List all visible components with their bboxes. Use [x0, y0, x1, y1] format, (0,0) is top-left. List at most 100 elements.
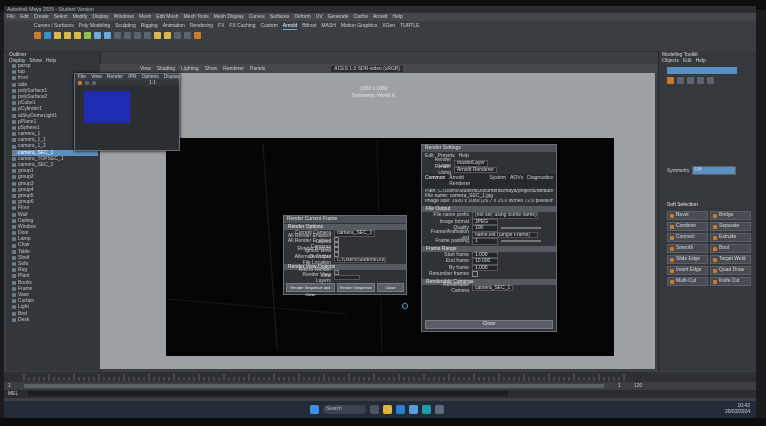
light-icon[interactable]: [54, 32, 61, 39]
scale-icon[interactable]: [144, 32, 151, 39]
shelf-tab[interactable]: Motion Graphics: [341, 23, 377, 30]
menu-item-display[interactable]: Display: [92, 14, 108, 20]
menu-item-create[interactable]: Create: [34, 14, 49, 20]
vertex-mode-icon[interactable]: [677, 77, 684, 84]
tab-system[interactable]: System: [489, 175, 506, 187]
toolkit-menu-help[interactable]: Help: [696, 58, 706, 64]
shelf-tab[interactable]: XGen: [382, 23, 395, 30]
viewport-menu-show[interactable]: Show: [205, 66, 218, 72]
outliner-item[interactable]: Desk: [12, 317, 98, 323]
menu-item-modify[interactable]: Modify: [73, 14, 88, 20]
render-frame-icon[interactable]: [78, 81, 82, 85]
range-start[interactable]: 1: [8, 383, 11, 389]
shelf-tab[interactable]: Poly Modeling: [79, 23, 110, 30]
hypershade-icon[interactable]: [194, 32, 201, 39]
menu-item-help[interactable]: Help: [392, 14, 402, 20]
tool-button[interactable]: Target Weld: [710, 255, 751, 264]
tool-button[interactable]: Bridge: [710, 211, 751, 220]
menu-item-edit-mesh[interactable]: Edit Mesh: [156, 14, 178, 20]
history-icon[interactable]: [174, 32, 181, 39]
object-mode-icon[interactable]: [667, 77, 674, 84]
tab-diagnostics[interactable]: Diagnostics: [527, 175, 553, 187]
command-input[interactable]: [28, 391, 508, 396]
start-icon[interactable]: [310, 405, 319, 414]
time-slider[interactable]: [4, 372, 756, 382]
close-dialog-button[interactable]: Close: [376, 283, 404, 292]
renderable-camera-select[interactable]: camera_SEC_1: [472, 284, 514, 291]
tool-button[interactable]: Extrude: [710, 233, 751, 242]
menu-item-curves[interactable]: Curves: [249, 14, 265, 20]
render-sequence-button[interactable]: Render Sequence: [336, 283, 375, 292]
render-view-layers-field[interactable]: [334, 275, 360, 280]
tool-button[interactable]: Slide Edge: [667, 255, 708, 264]
file-explorer-icon[interactable]: [383, 405, 392, 414]
quality-slider[interactable]: [501, 227, 541, 230]
viewport-menu-lighting[interactable]: Lighting: [181, 66, 199, 72]
frame-padding-slider[interactable]: [501, 240, 541, 243]
tool-button[interactable]: Combine: [667, 222, 708, 231]
shelf-tab[interactable]: Arnold: [282, 23, 298, 30]
spot-light-icon[interactable]: [74, 32, 81, 39]
tool-button[interactable]: Bevel: [667, 211, 708, 220]
snapshot-icon[interactable]: [92, 81, 96, 85]
render-view-menu-ipr[interactable]: IPR: [128, 74, 136, 80]
shelf-tab[interactable]: MASH: [321, 23, 335, 30]
shelf-tab[interactable]: FX: [218, 23, 224, 30]
menu-item-windows[interactable]: Windows: [114, 14, 134, 20]
render-view-menu-file[interactable]: File: [78, 74, 86, 80]
menu-item-mesh-display[interactable]: Mesh Display: [214, 14, 244, 20]
menu-item-mesh-tools[interactable]: Mesh Tools: [184, 14, 209, 20]
edge-mode-icon[interactable]: [687, 77, 694, 84]
tool-button[interactable]: Smooth: [667, 244, 708, 253]
toolkit-menu-objects[interactable]: Objects: [662, 58, 679, 64]
toolkit-menu-edit[interactable]: Edit: [683, 58, 692, 64]
tool-button[interactable]: Multi-Cut: [667, 277, 708, 286]
uv-mode-icon[interactable]: [707, 77, 714, 84]
render-icon[interactable]: [34, 32, 41, 39]
maya-icon[interactable]: [422, 405, 431, 414]
command-mode[interactable]: MEL: [8, 391, 18, 397]
menu-item-arnold[interactable]: Arnold: [373, 14, 387, 20]
render-view-menu-display[interactable]: Display: [164, 74, 180, 80]
alt-output-input[interactable]: C:/Users/Student/Documents/maya/projects…: [334, 256, 386, 263]
tab-aovs[interactable]: AOVs: [510, 175, 523, 187]
shelf-tab[interactable]: Bifrost: [302, 23, 316, 30]
by-frame-input[interactable]: 1.000: [472, 264, 498, 271]
menu-item-uv[interactable]: UV: [316, 14, 323, 20]
ipr-icon[interactable]: [44, 32, 51, 39]
app-icon[interactable]: [435, 405, 444, 414]
shelf-tab[interactable]: Rendering: [190, 23, 213, 30]
shelf-tab[interactable]: Custom: [261, 23, 278, 30]
tab-common[interactable]: Common: [425, 175, 445, 187]
material-icon[interactable]: [84, 32, 91, 39]
frame-padding-input[interactable]: 1: [472, 238, 498, 245]
shelf-tab[interactable]: Animation: [163, 23, 185, 30]
tool-button[interactable]: Knife Cut: [710, 277, 751, 286]
range-bar[interactable]: [24, 384, 604, 388]
current-camera-select[interactable]: camera_SEC_1: [334, 230, 376, 237]
face-mode-icon[interactable]: [697, 77, 704, 84]
current-frame[interactable]: 1: [618, 383, 621, 389]
shelf-tab[interactable]: Curves / Surfaces: [34, 23, 74, 30]
camera-icon[interactable]: [94, 32, 101, 39]
move-icon[interactable]: [124, 32, 131, 39]
taskbar-search[interactable]: Search: [323, 405, 366, 414]
render-view-menu-view[interactable]: View: [91, 74, 102, 80]
soft-selection-header[interactable]: Soft Selection: [667, 202, 698, 208]
toolkit-mode-bar[interactable]: [667, 67, 737, 74]
range-end[interactable]: 120: [634, 383, 642, 389]
menu-item-select[interactable]: Select: [54, 14, 68, 20]
menu-item-edit[interactable]: Edit: [20, 14, 29, 20]
menu-item-surfaces[interactable]: Surfaces: [270, 14, 290, 20]
menu-item-mesh[interactable]: Mesh: [139, 14, 151, 20]
taskbar-date[interactable]: 20/03/2024: [725, 409, 750, 415]
tool-button[interactable]: Quad Draw: [710, 266, 751, 275]
viewport-menu-panels[interactable]: Panels: [250, 66, 265, 72]
shelf-tab[interactable]: TURTLE: [400, 23, 419, 30]
tab-arnold-renderer[interactable]: Arnold Renderer: [449, 175, 485, 187]
render-sequence-close-button[interactable]: Render Sequence and Close: [286, 283, 335, 297]
shelf-tab[interactable]: Sculpting: [115, 23, 136, 30]
tool-button[interactable]: Connect: [667, 233, 708, 242]
snap-icon[interactable]: [154, 32, 161, 39]
color-space-label[interactable]: ACES 1.0 SDR-video (sRGB): [331, 65, 403, 72]
